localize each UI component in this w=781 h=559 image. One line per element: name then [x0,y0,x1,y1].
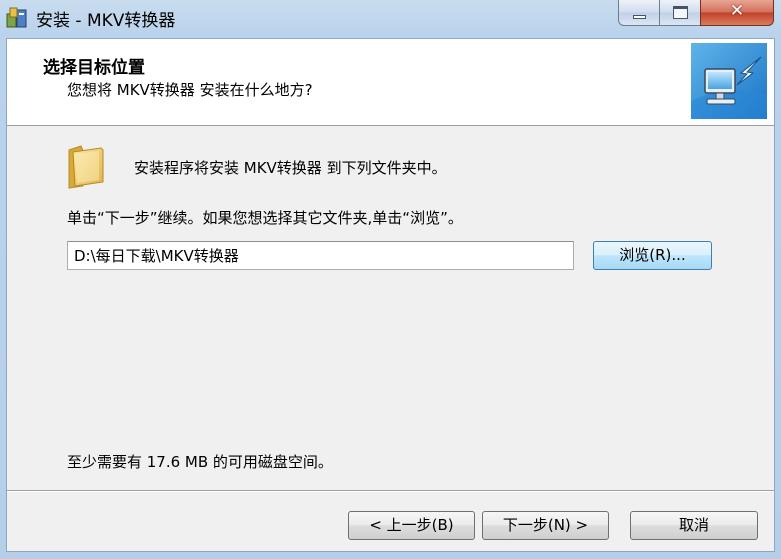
close-button[interactable]: ✕ [700,0,774,26]
folder-icon [68,145,104,189]
close-icon: ✕ [729,1,745,21]
button-area-divider [7,490,774,492]
maximize-button[interactable] [659,0,701,26]
browse-button[interactable]: 浏览(R)... [593,241,712,270]
window-title: 安装 - MKV转换器 [36,11,176,31]
disk-space-requirement: 至少需要有 17.6 MB 的可用磁盘空间。 [67,453,333,471]
page-subtitle: 您想将 MKV转换器 安装在什么地方? [67,81,313,99]
installer-app-icon[interactable] [6,6,28,28]
install-path-input[interactable] [67,241,574,270]
page-title: 选择目标位置 [43,58,145,78]
minimize-button[interactable] [618,0,660,26]
maximize-icon [673,6,688,19]
computer-install-icon [691,43,767,119]
install-description: 安装程序将安装 MKV转换器 到下列文件夹中。 [134,159,447,177]
wizard-header: 选择目标位置 您想将 MKV转换器 安装在什么地方? [7,39,774,126]
cancel-button[interactable]: 取消 [630,511,758,540]
instruction-text: 单击“下一步”继续。如果您想选择其它文件夹,单击“浏览”。 [67,209,463,227]
back-button[interactable]: < 上一步(B) [348,511,475,540]
wizard-dialog: 选择目标位置 您想将 MKV转换器 安装在什么地方? 安装程序将安装 MKV转换… [6,38,775,552]
title-bar[interactable]: 安装 - MKV转换器 ✕ [0,0,781,38]
next-button[interactable]: 下一步(N) > [482,511,609,540]
minimize-icon [633,15,646,19]
installer-window: 安装 - MKV转换器 ✕ 选择目标位置 您想将 MKV转换器 安装在什么地方? [0,0,781,559]
